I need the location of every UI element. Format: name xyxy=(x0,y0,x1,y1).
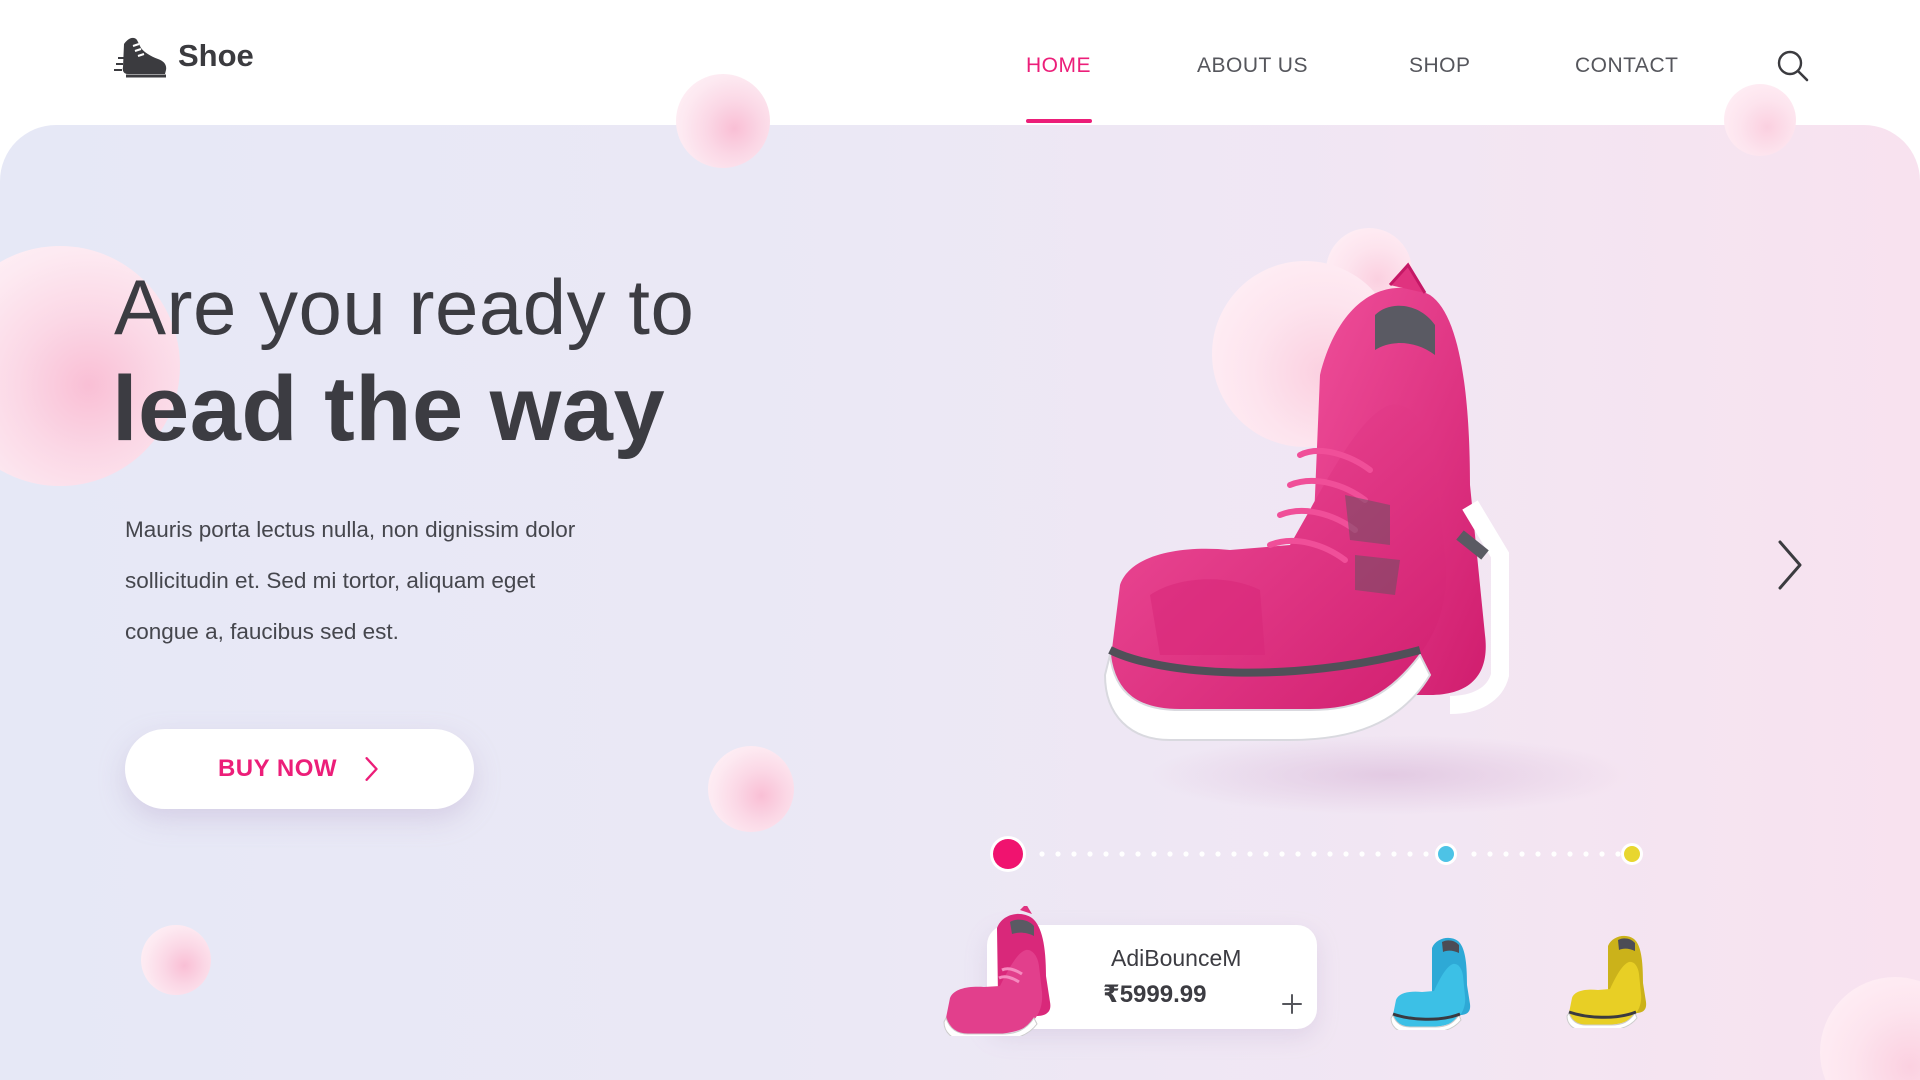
slider-track-dot xyxy=(1231,851,1237,857)
decor-bubble xyxy=(141,925,211,995)
slider-track-dot xyxy=(1247,851,1253,857)
brand-name: Shoe xyxy=(178,38,254,73)
hero-headline-line2: lead the way xyxy=(112,358,666,460)
slider-stop-yellow[interactable] xyxy=(1621,843,1643,865)
decor-bubble xyxy=(708,746,794,832)
slider-track-dot xyxy=(1279,851,1285,857)
product-thumbnail-blue[interactable] xyxy=(1390,930,1490,1030)
slider-track-dot xyxy=(1503,851,1509,857)
running-shoe-icon xyxy=(114,37,167,78)
slider-track-dot xyxy=(1519,851,1525,857)
slider-track-dot xyxy=(1183,851,1189,857)
chevron-right-icon xyxy=(365,757,378,781)
plus-icon xyxy=(1282,994,1302,1014)
slider-track-dot xyxy=(1119,851,1125,857)
slider-track-dot xyxy=(1343,851,1349,857)
nav-home[interactable]: HOME xyxy=(1026,54,1091,78)
brand-logo[interactable]: Shoe xyxy=(114,30,254,82)
slider-track-dot xyxy=(1551,851,1557,857)
slider-stop-pink[interactable] xyxy=(990,836,1026,872)
slider-track-dot xyxy=(1215,851,1221,857)
product-name: AdiBounceM xyxy=(1111,945,1242,971)
featured-shoe-image xyxy=(1103,262,1630,815)
product-price: ₹5999.99 xyxy=(1103,981,1207,1008)
product-thumbnail-pink[interactable] xyxy=(942,906,1072,1036)
add-to-cart-button[interactable] xyxy=(1280,992,1304,1016)
chevron-right-icon xyxy=(1778,540,1802,590)
slider-stop-dot xyxy=(1438,846,1454,862)
hero-description-line: congue a, faucibus sed est. xyxy=(125,619,399,644)
slider-track-dot xyxy=(1199,851,1205,857)
slider-track-dot xyxy=(1535,851,1541,857)
nav-shop[interactable]: SHOP xyxy=(1409,54,1471,78)
slider-track-dot xyxy=(1599,851,1605,857)
product-thumbnail-yellow[interactable] xyxy=(1566,928,1666,1028)
slider-track-dot xyxy=(1471,851,1477,857)
slider-stop-dot xyxy=(1624,846,1640,862)
slider-track-dot xyxy=(1567,851,1573,857)
slider-stop-blue[interactable] xyxy=(1435,843,1457,865)
slider-track-dot xyxy=(1423,851,1429,857)
slider-track-dot xyxy=(1615,851,1621,857)
slider-track-dot xyxy=(1295,851,1301,857)
slider-track-dot xyxy=(1263,851,1269,857)
search-icon xyxy=(1777,50,1809,82)
hero-description-line: Mauris porta lectus nulla, non dignissim… xyxy=(125,517,576,542)
search-button[interactable] xyxy=(1775,48,1811,84)
slider-track-dot xyxy=(1039,851,1045,857)
slider-track-dot xyxy=(1391,851,1397,857)
hero-headline-line1: Are you ready to xyxy=(114,263,695,351)
hero-description-line: sollicitudin et. Sed mi tortor, aliquam … xyxy=(125,568,536,593)
slider-track-dot xyxy=(1375,851,1381,857)
slider-track-dot xyxy=(1327,851,1333,857)
slider-track-dot xyxy=(1071,851,1077,857)
slider-track-dot xyxy=(1151,851,1157,857)
slider-track-dot xyxy=(1583,851,1589,857)
slider-track-dot xyxy=(1311,851,1317,857)
slider-track-dot xyxy=(1103,851,1109,857)
slider-stop-dot xyxy=(993,839,1023,869)
buy-now-label: BUY NOW xyxy=(217,755,338,782)
decor-bubble xyxy=(1820,977,1920,1080)
decor-bubble xyxy=(676,74,770,168)
slider-track-dot xyxy=(1135,851,1141,857)
hero-description: Mauris porta lectus nulla, non dignissim… xyxy=(125,504,685,657)
nav-active-indicator xyxy=(1026,119,1092,123)
slider-track-dot xyxy=(1407,851,1413,857)
nav-contact[interactable]: CONTACT xyxy=(1575,54,1678,78)
slider-track-dot xyxy=(1055,851,1061,857)
nav-about-us[interactable]: ABOUT US xyxy=(1197,54,1308,78)
slider-track-dot xyxy=(1167,851,1173,857)
color-slider[interactable] xyxy=(990,836,1650,872)
decor-bubble xyxy=(1724,84,1796,156)
slider-track-dot xyxy=(1487,851,1493,857)
buy-now-button[interactable]: BUY NOW xyxy=(125,729,474,809)
slider-track-dot xyxy=(1087,851,1093,857)
landing-page: Shoe HOME ABOUT US SHOP CONTACT Are you … xyxy=(0,0,1920,1080)
next-slide-button[interactable] xyxy=(1770,537,1810,593)
slider-track-dot xyxy=(1359,851,1365,857)
